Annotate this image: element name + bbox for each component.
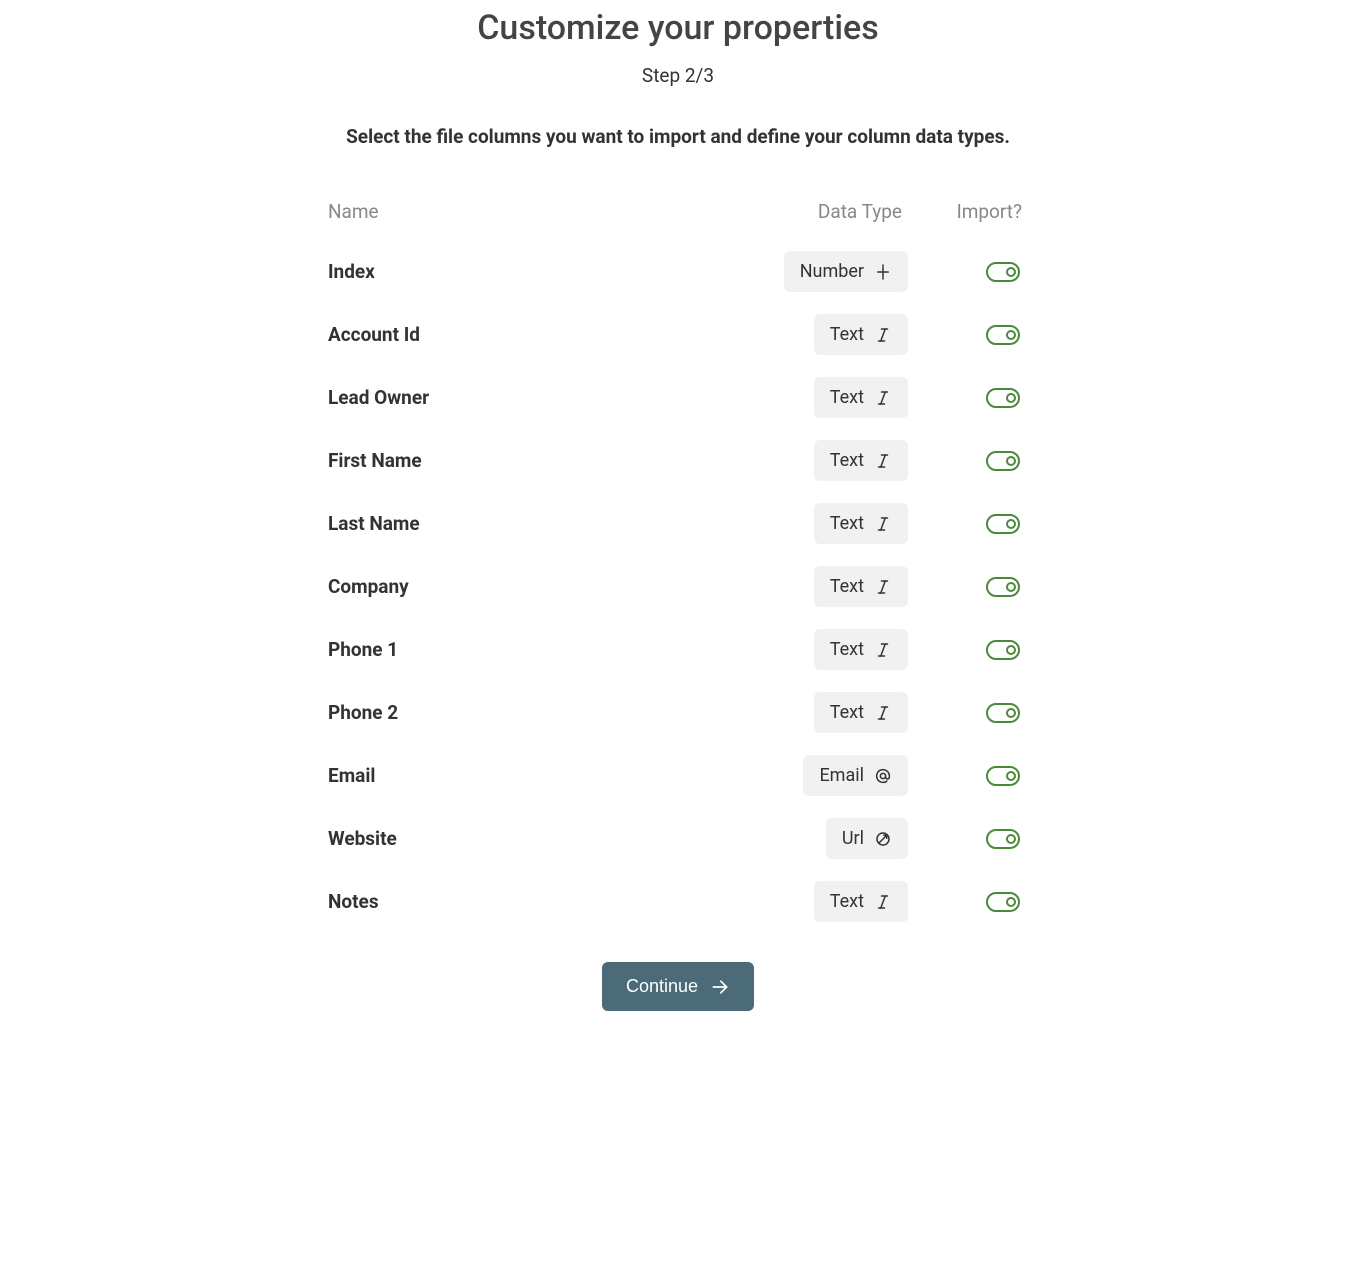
import-cell [908,703,1028,723]
number-icon [874,263,892,281]
datatype-cell: Text [768,881,908,922]
datatype-label: Text [830,891,864,912]
import-toggle[interactable] [986,451,1020,471]
import-toggle[interactable] [986,766,1020,786]
field-name: Account Id [328,323,768,346]
text-icon [874,515,892,533]
datatype-label: Url [842,828,864,849]
field-name: Last Name [328,512,768,535]
table-row: Company Text [328,566,1028,607]
datatype-label: Text [830,324,864,345]
import-toggle[interactable] [986,325,1020,345]
datatype-cell: Text [768,440,908,481]
datatype-cell: Email [768,755,908,796]
import-toggle[interactable] [986,892,1020,912]
datatype-cell: Url [768,818,908,859]
datatype-selector[interactable]: Text [814,503,908,544]
table-row: Website Url [328,818,1028,859]
table-row: Email Email [328,755,1028,796]
text-icon [874,893,892,911]
datatype-selector[interactable]: Text [814,629,908,670]
table-row: Index Number [328,251,1028,292]
column-header-datatype: Data Type [768,200,908,223]
field-name: Phone 1 [328,638,768,661]
import-toggle[interactable] [986,388,1020,408]
import-toggle[interactable] [986,262,1020,282]
datatype-selector[interactable]: Number [784,251,908,292]
text-icon [874,389,892,407]
datatype-cell: Text [768,377,908,418]
step-indicator: Step 2/3 [328,64,1028,87]
import-cell [908,514,1028,534]
datatype-cell: Text [768,503,908,544]
datatype-cell: Text [768,692,908,733]
datatype-cell: Text [768,314,908,355]
field-name: Company [328,575,768,598]
table-row: Phone 1 Text [328,629,1028,670]
field-name: Lead Owner [328,386,768,409]
import-cell [908,829,1028,849]
datatype-selector[interactable]: Text [814,881,908,922]
datatype-label: Text [830,513,864,534]
table-row: Lead Owner Text [328,377,1028,418]
import-toggle[interactable] [986,577,1020,597]
field-name: First Name [328,449,768,472]
email-icon [874,767,892,785]
import-cell [908,451,1028,471]
field-name: Phone 2 [328,701,768,724]
import-cell [908,325,1028,345]
table-row: Phone 2 Text [328,692,1028,733]
datatype-label: Text [830,702,864,723]
table-header: Name Data Type Import? [328,200,1028,223]
properties-table: Name Data Type Import? Index Number Accoun… [328,200,1028,922]
text-icon [874,452,892,470]
datatype-label: Text [830,450,864,471]
datatype-label: Email [819,765,864,786]
import-cell [908,577,1028,597]
field-name: Email [328,764,768,787]
datatype-cell: Text [768,629,908,670]
import-cell [908,892,1028,912]
table-row: Notes Text [328,881,1028,922]
text-icon [874,326,892,344]
datatype-label: Number [800,261,864,282]
import-cell [908,766,1028,786]
text-icon [874,704,892,722]
datatype-selector[interactable]: Text [814,440,908,481]
datatype-label: Text [830,639,864,660]
datatype-selector[interactable]: Text [814,377,908,418]
import-toggle[interactable] [986,829,1020,849]
datatype-selector[interactable]: Email [803,755,908,796]
arrow-right-icon [710,977,730,997]
instructions-text: Select the file columns you want to impo… [328,125,1028,148]
text-icon [874,641,892,659]
continue-button[interactable]: Continue [602,962,754,1011]
import-toggle[interactable] [986,514,1020,534]
datatype-selector[interactable]: Url [826,818,908,859]
import-toggle[interactable] [986,703,1020,723]
import-toggle[interactable] [986,640,1020,660]
column-header-name: Name [328,200,768,223]
import-cell [908,388,1028,408]
datatype-cell: Number [768,251,908,292]
import-cell [908,262,1028,282]
field-name: Index [328,260,768,283]
continue-button-label: Continue [626,976,698,997]
field-name: Website [328,827,768,850]
datatype-cell: Text [768,566,908,607]
datatype-selector[interactable]: Text [814,566,908,607]
field-name: Notes [328,890,768,913]
column-header-import: Import? [908,200,1028,223]
datatype-selector[interactable]: Text [814,314,908,355]
datatype-selector[interactable]: Text [814,692,908,733]
datatype-label: Text [830,576,864,597]
url-icon [874,830,892,848]
import-cell [908,640,1028,660]
table-row: Account Id Text [328,314,1028,355]
datatype-label: Text [830,387,864,408]
table-row: First Name Text [328,440,1028,481]
table-row: Last Name Text [328,503,1028,544]
text-icon [874,578,892,596]
page-title: Customize your properties [328,8,1028,48]
